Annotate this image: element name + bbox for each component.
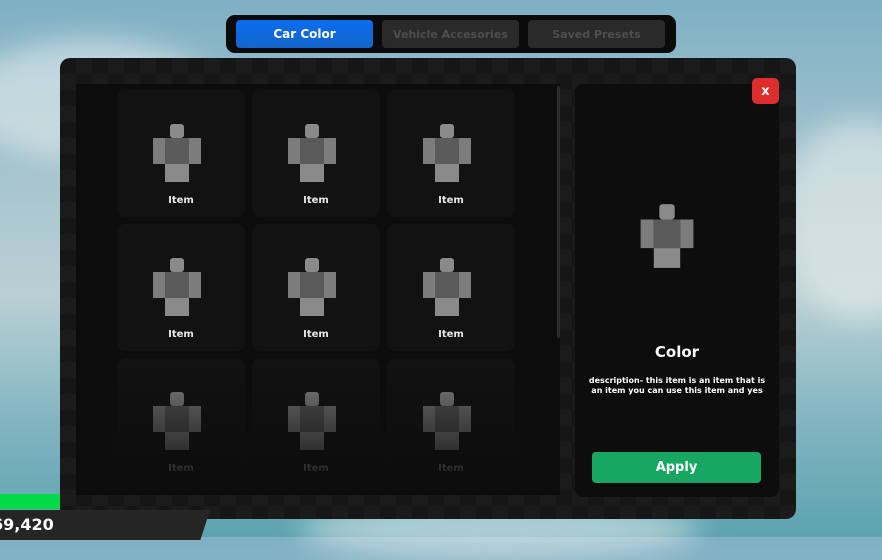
- item-card[interactable]: Item: [387, 224, 515, 351]
- item-label: Item: [303, 463, 329, 474]
- item-card[interactable]: Item: [117, 90, 245, 217]
- item-card[interactable]: Item: [117, 224, 245, 351]
- money-display: 69,420: [0, 510, 210, 540]
- item-card[interactable]: Item: [387, 358, 515, 485]
- tab-saved-presets[interactable]: Saved Presets: [528, 20, 665, 48]
- tab-bar: Car Color Vehicle Accesories Saved Prese…: [226, 15, 676, 53]
- close-button[interactable]: x: [752, 78, 779, 104]
- item-grid: Item Item Item Item Item Item Item Item Item: [76, 84, 560, 495]
- item-card[interactable]: Item: [387, 90, 515, 217]
- item-label: Item: [438, 329, 464, 340]
- item-title: Color: [654, 343, 700, 361]
- health-bar: [0, 494, 60, 509]
- item-card[interactable]: Item: [252, 224, 380, 351]
- avatar-icon: [288, 392, 336, 450]
- avatar-icon: [288, 258, 336, 316]
- avatar-icon: [288, 124, 336, 182]
- avatar-icon: [423, 258, 471, 316]
- avatar-icon: [153, 124, 201, 182]
- item-card[interactable]: Item: [117, 358, 245, 485]
- item-label: Item: [438, 195, 464, 206]
- avatar-icon: [423, 124, 471, 182]
- apply-button[interactable]: Apply: [592, 452, 761, 483]
- item-label: Item: [303, 329, 329, 340]
- shop-panel: Item Item Item Item Item Item Item Item Item Col…: [60, 58, 796, 519]
- item-label: Item: [168, 463, 194, 474]
- item-label: Item: [168, 329, 194, 340]
- item-preview-avatar: [640, 204, 694, 268]
- avatar-icon: [153, 392, 201, 450]
- item-card[interactable]: Item: [252, 358, 380, 485]
- item-label: Item: [168, 195, 194, 206]
- avatar-icon: [153, 258, 201, 316]
- tab-vehicle-accessories[interactable]: Vehicle Accesories: [382, 20, 519, 48]
- item-card[interactable]: Item: [252, 90, 380, 217]
- tab-car-color[interactable]: Car Color: [236, 20, 373, 48]
- item-label: Item: [438, 463, 464, 474]
- item-detail-panel: Color description- this item is an item …: [575, 84, 779, 497]
- item-label: Item: [303, 195, 329, 206]
- money-value: 69,420: [0, 515, 54, 534]
- item-description: description- this item is an item that i…: [588, 376, 766, 395]
- avatar-icon: [423, 392, 471, 450]
- scrollbar[interactable]: [557, 86, 560, 338]
